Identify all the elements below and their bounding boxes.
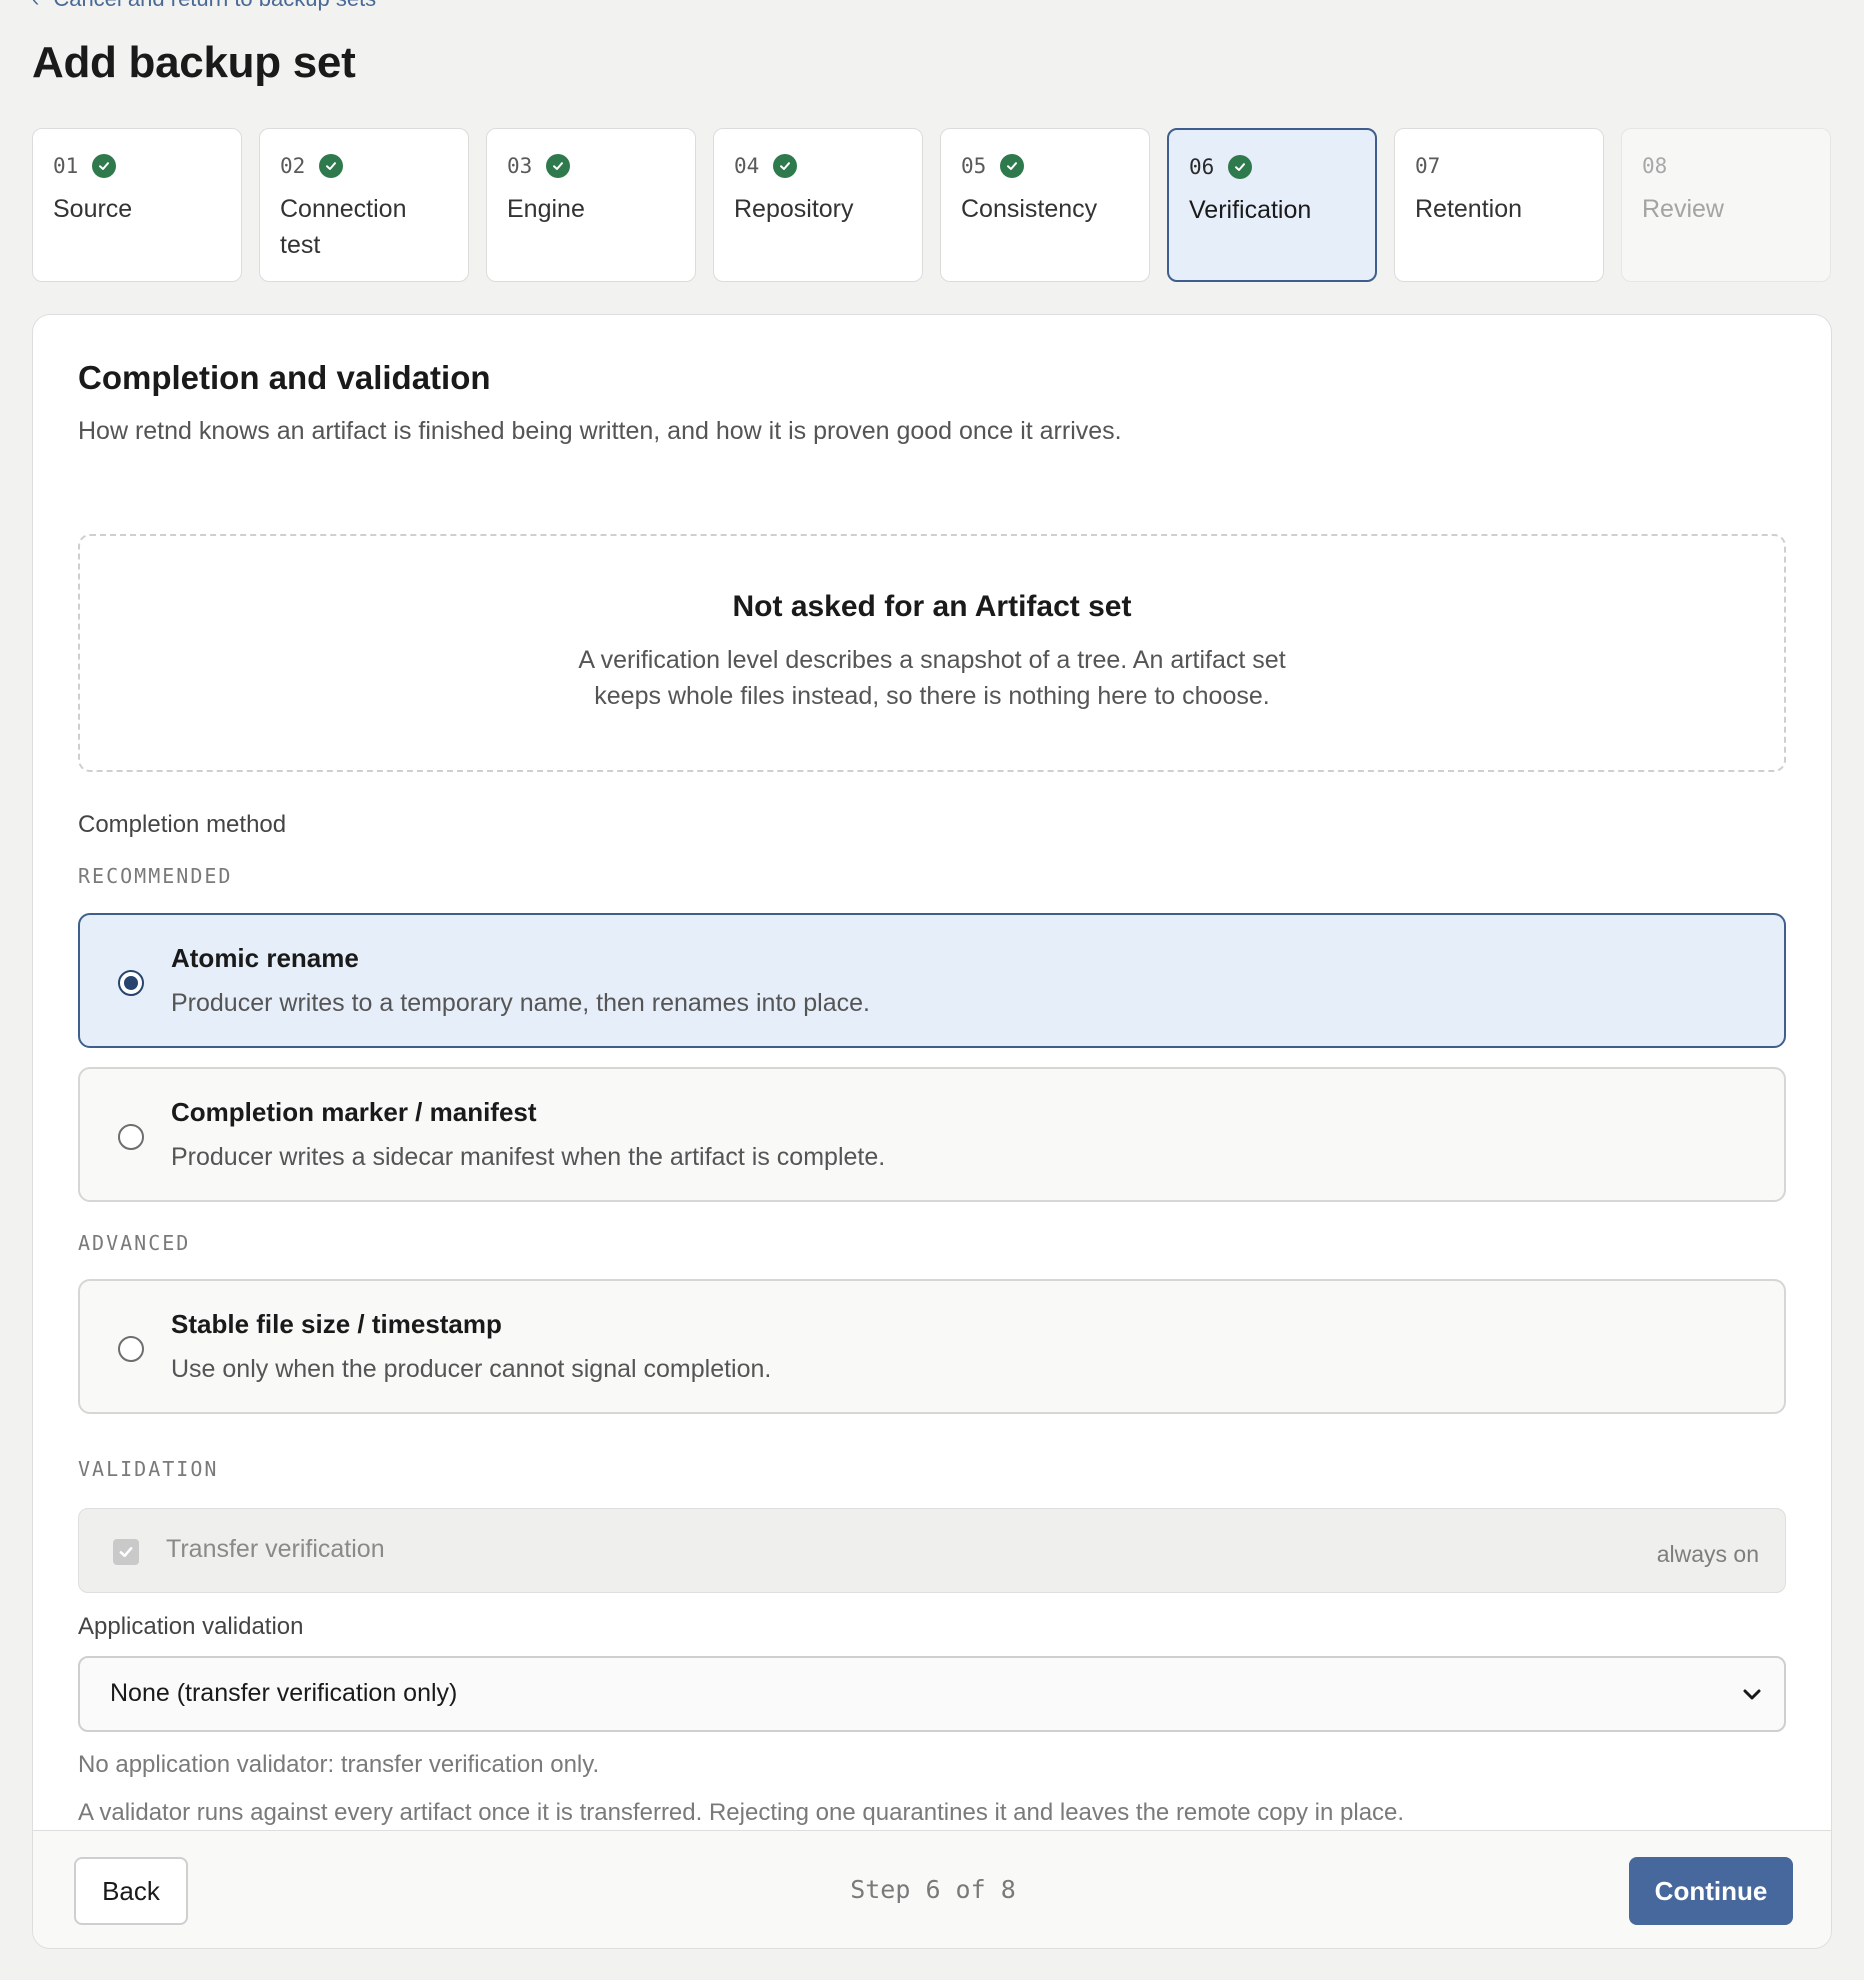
page-title: Add backup set: [32, 38, 356, 87]
back-to-backup-sets-link[interactable]: ‹ Cancel and return to backup sets: [32, 0, 376, 12]
step-label: Connection test: [280, 195, 407, 259]
step-number: 08: [1642, 154, 1668, 178]
application-validation-select[interactable]: None (transfer verification only): [78, 1656, 1786, 1732]
option-completion-marker[interactable]: Completion marker / manifest Producer wr…: [78, 1067, 1786, 1202]
step-number: 06: [1189, 155, 1215, 179]
step-number: 01: [53, 154, 79, 178]
step-engine[interactable]: 03 Engine: [486, 128, 696, 282]
chevron-left-icon: ‹: [32, 0, 39, 12]
step-review: 08 Review: [1621, 128, 1831, 282]
notice-title: Not asked for an Artifact set: [732, 590, 1132, 623]
radio-button[interactable]: [118, 1336, 144, 1362]
option-title: Completion marker / manifest: [171, 1097, 537, 1127]
chevron-down-icon: [1743, 1689, 1761, 1700]
completion-method-label: Completion method: [78, 811, 287, 838]
step-retention[interactable]: 07 Retention: [1394, 128, 1604, 282]
section-description: How retnd knows an artifact is finished …: [78, 417, 1122, 445]
recommended-group-label: RECOMMENDED: [78, 864, 233, 888]
option-stable-file-size[interactable]: Stable file size / timestamp Use only wh…: [78, 1279, 1786, 1414]
section-title: Completion and validation: [78, 359, 491, 396]
step-label: Retention: [1415, 195, 1523, 223]
step-repository[interactable]: 04 Repository: [713, 128, 923, 282]
step-label: Repository: [734, 195, 854, 223]
option-description: Producer writes to a temporary name, the…: [171, 989, 870, 1017]
step-label: Consistency: [961, 195, 1098, 223]
check-icon: [773, 154, 798, 178]
step-label: Review: [1642, 195, 1724, 223]
check-icon: [546, 154, 571, 178]
step-number: 02: [280, 154, 306, 178]
step-label: Engine: [507, 195, 585, 223]
validator-hint: No application validator: transfer verif…: [78, 1751, 600, 1778]
option-title: Stable file size / timestamp: [171, 1309, 502, 1339]
application-validation-label: Application validation: [78, 1613, 304, 1640]
step-connection-test[interactable]: 02 Connection test: [259, 128, 469, 282]
check-icon: [319, 154, 344, 178]
not-applicable-notice: Not asked for an Artifact set A verifica…: [78, 534, 1786, 772]
step-label: Source: [53, 195, 133, 223]
continue-button[interactable]: Continue: [1629, 1857, 1793, 1925]
notice-text: A verification level describes a snapsho…: [578, 646, 1286, 710]
step-verification[interactable]: 06 Verification: [1167, 128, 1377, 282]
option-description: Producer writes a sidecar manifest when …: [171, 1143, 886, 1171]
validator-help-text: A validator runs against every artifact …: [78, 1799, 1405, 1826]
wizard-footer: Back Step 6 of 8 Continue: [33, 1830, 1831, 1948]
step-source[interactable]: 01 Source: [32, 128, 242, 282]
wizard-stepper: 01 Source 02 Connection test 03 Engine 0…: [32, 128, 1832, 282]
step-number: 04: [734, 154, 760, 178]
back-link-label: Cancel and return to backup sets: [53, 0, 376, 12]
step-counter: Step 6 of 8: [850, 1875, 1016, 1904]
step-number: 03: [507, 154, 533, 178]
check-icon: [1228, 155, 1253, 179]
option-atomic-rename[interactable]: Atomic rename Producer writes to a tempo…: [78, 913, 1786, 1048]
radio-button[interactable]: [118, 970, 144, 996]
check-icon: [92, 154, 117, 178]
step-number: 05: [961, 154, 987, 178]
checkbox-checked-disabled-icon: [113, 1539, 139, 1565]
step-consistency[interactable]: 05 Consistency: [940, 128, 1150, 282]
option-title: Atomic rename: [171, 943, 359, 973]
step-label: Verification: [1189, 196, 1312, 224]
select-value: None (transfer verification only): [110, 1679, 458, 1707]
verification-card: Completion and validation How retnd know…: [32, 314, 1832, 1949]
always-on-badge: always on: [1656, 1541, 1759, 1567]
transfer-verification-label: Transfer verification: [166, 1535, 385, 1563]
check-icon: [1000, 154, 1025, 178]
advanced-group-label: ADVANCED: [78, 1231, 191, 1255]
transfer-verification-row: Transfer verification always on: [78, 1508, 1786, 1593]
validation-group-label: VALIDATION: [78, 1457, 219, 1481]
option-description: Use only when the producer cannot signal…: [171, 1355, 772, 1383]
radio-button[interactable]: [118, 1124, 144, 1150]
step-number: 07: [1415, 154, 1441, 178]
